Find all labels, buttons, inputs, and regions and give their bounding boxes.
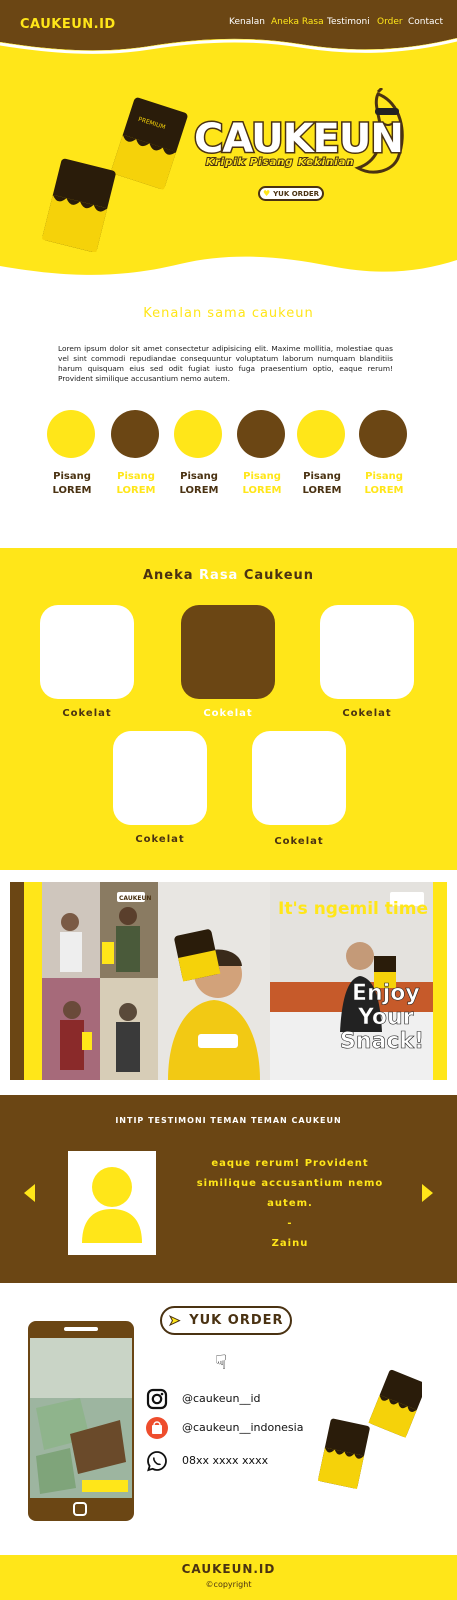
instagram-icon[interactable] bbox=[146, 1388, 168, 1410]
photo-strip-accent-bar bbox=[10, 882, 24, 1080]
feature-circle bbox=[297, 410, 345, 458]
feature-label: Pisang LOREM bbox=[364, 471, 404, 496]
phone-speaker bbox=[64, 1327, 98, 1331]
footer-brand: CAUKEUN.ID bbox=[181, 1562, 276, 1576]
feature-label: Pisang LOREM bbox=[52, 471, 92, 496]
flavor-label: Cokelat bbox=[203, 708, 253, 719]
footer-copyright: ©copyright bbox=[205, 1580, 252, 1589]
brand-logo-text[interactable]: CAUKEUN.ID bbox=[20, 17, 116, 32]
feature-circle bbox=[174, 410, 222, 458]
contact-whatsapp[interactable]: 08xx xxxx xxxx bbox=[182, 1454, 268, 1467]
nav-link-testimoni[interactable]: Testimoni bbox=[327, 17, 370, 27]
nav-link-aneka-rasa[interactable]: Aneka Rasa bbox=[271, 17, 324, 27]
flavor-tile[interactable] bbox=[320, 605, 414, 699]
flavor-label: Cokelat bbox=[135, 834, 185, 845]
flavor-label: Cokelat bbox=[274, 836, 324, 847]
contact-instagram[interactable]: @caukeun__id bbox=[182, 1392, 261, 1405]
carousel-next-arrow-icon[interactable] bbox=[422, 1184, 433, 1202]
testimoni-author: Zainu bbox=[271, 1238, 309, 1249]
flavor-tile[interactable] bbox=[252, 731, 346, 825]
flavor-tile[interactable] bbox=[40, 605, 134, 699]
testimoni-quote: eaque rerum! Provident similique accusan… bbox=[190, 1154, 390, 1254]
order-button-label: YUK ORDER bbox=[189, 1313, 284, 1328]
copyright-icon: © bbox=[205, 1580, 214, 1589]
customer-photo-collage: CAUKEUN bbox=[42, 882, 158, 1080]
feature-circle bbox=[111, 410, 159, 458]
pointing-hand-icon: ☟ bbox=[215, 1350, 228, 1374]
nav-link-contact[interactable]: Contact bbox=[408, 17, 443, 27]
product-pouches-image: PREMIUM bbox=[42, 97, 188, 252]
flavor-label: Cokelat bbox=[62, 708, 112, 719]
flavor-tile[interactable] bbox=[113, 731, 207, 825]
user-avatar-icon bbox=[82, 1167, 142, 1243]
testimoni-title: INTIP TESTIMONI TEMAN TEMAN CAUKEUN bbox=[115, 1116, 342, 1125]
contact-shopee[interactable]: @caukeun__indonesia bbox=[182, 1421, 303, 1434]
aneka-section-title: Aneka Rasa Caukeun bbox=[142, 568, 315, 583]
kenalan-description: Lorem ipsum dolor sit amet consectetur a… bbox=[58, 344, 393, 383]
shopee-icon[interactable] bbox=[146, 1417, 168, 1439]
photo-overlay-line2: Your bbox=[357, 1005, 414, 1030]
kenalan-section-title: Kenalan sama caukeun bbox=[143, 306, 314, 321]
product-pouches-small-image bbox=[318, 1369, 422, 1490]
send-arrow-icon: ➤ bbox=[168, 1312, 182, 1329]
feature-label: Pisang LOREM bbox=[179, 471, 219, 496]
nav-link-order[interactable]: Order bbox=[377, 17, 403, 27]
feature-circle bbox=[237, 410, 285, 458]
whatsapp-icon[interactable] bbox=[146, 1450, 168, 1472]
phone-home-button bbox=[73, 1502, 87, 1516]
hero-order-label: YUK ORDER bbox=[273, 189, 320, 198]
hero-order-button[interactable]: ♥ YUK ORDER bbox=[258, 186, 324, 201]
top-nav: CAUKEUN.ID Kenalan Aneka Rasa Testimoni … bbox=[0, 0, 457, 62]
hero-subtitle: Kripik Pisang Kekinian bbox=[205, 156, 355, 169]
carousel-prev-arrow-icon[interactable] bbox=[24, 1184, 35, 1202]
testimoni-avatar bbox=[68, 1151, 156, 1255]
nav-link-kenalan[interactable]: Kenalan bbox=[229, 17, 265, 27]
heart-icon: ♥ bbox=[262, 189, 271, 198]
photo-overlay-line1: Enjoy bbox=[352, 981, 420, 1006]
yuk-order-button[interactable]: ➤ YUK ORDER bbox=[160, 1306, 292, 1335]
feature-label: Pisang LOREM bbox=[302, 471, 342, 496]
photo-overlay-top: It's ngemil time bbox=[278, 899, 428, 919]
hero-title: CAUKEUN bbox=[193, 115, 406, 164]
photo-overlay-line3: Snack! bbox=[340, 1029, 424, 1054]
customer-photo-enjoy-snack: It's ngemil time Enjoy Your Snack! bbox=[270, 882, 433, 1080]
flavor-tile[interactable] bbox=[181, 605, 275, 699]
feature-circle bbox=[359, 410, 407, 458]
customer-photo-yellow-hoodie bbox=[158, 882, 270, 1080]
feature-circle bbox=[47, 410, 95, 458]
photo-tag: CAUKEUN bbox=[119, 895, 151, 902]
flavor-label: Cokelat bbox=[342, 708, 392, 719]
product-photo-image bbox=[30, 1338, 132, 1498]
feature-label: Pisang LOREM bbox=[116, 471, 156, 496]
